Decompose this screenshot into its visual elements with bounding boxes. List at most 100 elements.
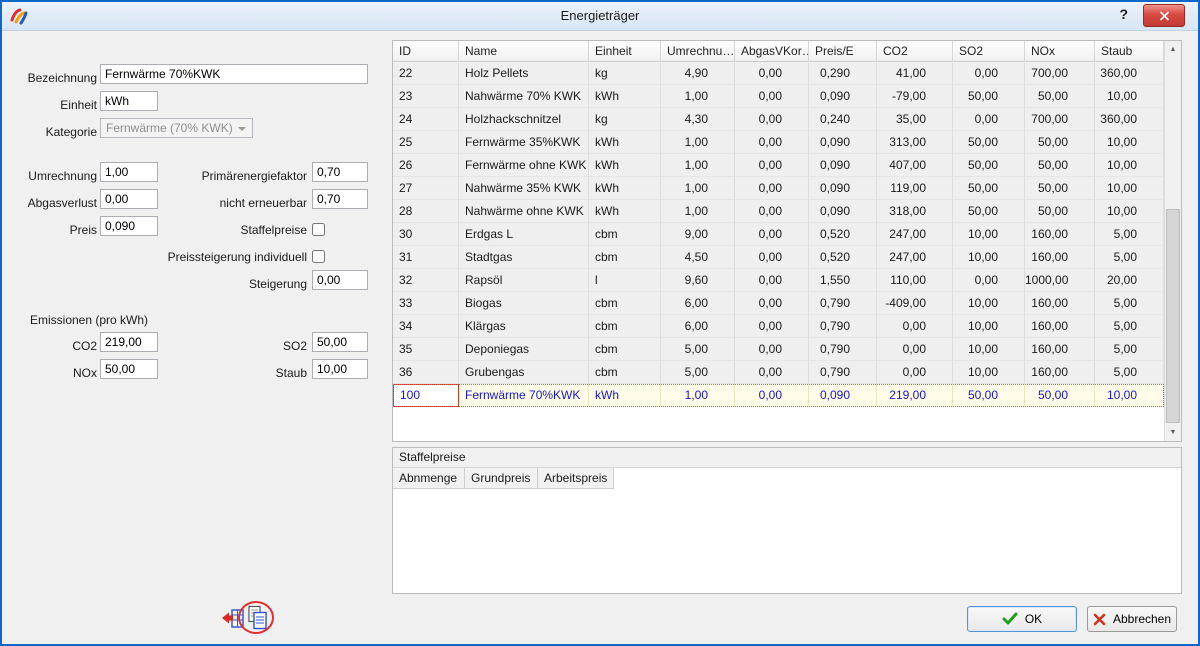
- table-cell[interactable]: 50,00: [953, 85, 1025, 108]
- table-cell[interactable]: 28: [393, 200, 459, 223]
- table-row[interactable]: 33Biogascbm6,000,000,790-409,0010,00160,…: [393, 292, 1164, 315]
- table-cell[interactable]: 24: [393, 108, 459, 131]
- table-cell[interactable]: 5,00: [1095, 338, 1164, 361]
- ok-button[interactable]: OK: [967, 606, 1077, 632]
- table-cell[interactable]: 5,00: [1095, 246, 1164, 269]
- scrollbar-thumb[interactable]: [1166, 209, 1180, 423]
- table-cell[interactable]: 219,00: [877, 384, 953, 407]
- table-cell[interactable]: 313,00: [877, 131, 953, 154]
- table-cell[interactable]: Holz Pellets: [459, 62, 589, 85]
- table-cell[interactable]: 0,00: [735, 292, 809, 315]
- table-cell[interactable]: 0,00: [735, 200, 809, 223]
- steigerung-input[interactable]: [312, 270, 368, 290]
- table-cell[interactable]: 50,00: [1025, 177, 1095, 200]
- table-cell[interactable]: 0,090: [809, 384, 877, 407]
- table-cell[interactable]: Stadtgas: [459, 246, 589, 269]
- table-row[interactable]: 28Nahwärme ohne KWKkWh1,000,000,090318,0…: [393, 200, 1164, 223]
- table-cell[interactable]: Klärgas: [459, 315, 589, 338]
- table-cell[interactable]: 1,00: [661, 85, 735, 108]
- table-cell[interactable]: 0,00: [735, 177, 809, 200]
- table-cell[interactable]: cbm: [589, 223, 661, 246]
- bezeichnung-input[interactable]: [100, 64, 368, 84]
- table-cell[interactable]: 0,790: [809, 361, 877, 384]
- staffelpreise-checkbox[interactable]: [312, 223, 325, 236]
- table-cell[interactable]: 35,00: [877, 108, 953, 131]
- table-cell[interactable]: 0,290: [809, 62, 877, 85]
- table-cell[interactable]: 10,00: [953, 292, 1025, 315]
- table-cell[interactable]: 1000,00: [1025, 269, 1095, 292]
- table-cell[interactable]: 247,00: [877, 223, 953, 246]
- table-row[interactable]: 31Stadtgascbm4,500,000,520247,0010,00160…: [393, 246, 1164, 269]
- table-cell[interactable]: l: [589, 269, 661, 292]
- table-cell[interactable]: kWh: [589, 131, 661, 154]
- table-cell[interactable]: kWh: [589, 200, 661, 223]
- table-cell[interactable]: Grubengas: [459, 361, 589, 384]
- table-row[interactable]: 32Rapsöll9,600,001,550110,000,001000,002…: [393, 269, 1164, 292]
- table-cell[interactable]: 0,090: [809, 85, 877, 108]
- table-cell[interactable]: 50,00: [1025, 384, 1095, 407]
- primaerenergiefaktor-input[interactable]: [312, 162, 368, 182]
- table-cell[interactable]: 700,00: [1025, 62, 1095, 85]
- table-cell[interactable]: 1,00: [661, 131, 735, 154]
- column-header[interactable]: NOx: [1025, 41, 1095, 62]
- table-cell[interactable]: 1,00: [661, 154, 735, 177]
- table-row[interactable]: 25Fernwärme 35%KWKkWh1,000,000,090313,00…: [393, 131, 1164, 154]
- table-cell[interactable]: cbm: [589, 246, 661, 269]
- table-cell[interactable]: 50,00: [1025, 85, 1095, 108]
- table-cell[interactable]: 50,00: [953, 177, 1025, 200]
- table-cell[interactable]: Fernwärme ohne KWK: [459, 154, 589, 177]
- table-cell[interactable]: 0,00: [735, 85, 809, 108]
- so2-input[interactable]: [312, 332, 368, 352]
- table-row[interactable]: 35Deponiegascbm5,000,000,7900,0010,00160…: [393, 338, 1164, 361]
- table-cell[interactable]: 0,00: [735, 338, 809, 361]
- table-cell[interactable]: cbm: [589, 338, 661, 361]
- table-cell[interactable]: 5,00: [1095, 361, 1164, 384]
- table-cell[interactable]: 0,00: [735, 108, 809, 131]
- table-cell[interactable]: Deponiegas: [459, 338, 589, 361]
- table-cell[interactable]: Fernwärme 35%KWK: [459, 131, 589, 154]
- table-cell[interactable]: 10,00: [953, 246, 1025, 269]
- table-cell[interactable]: 119,00: [877, 177, 953, 200]
- table-cell[interactable]: 110,00: [877, 269, 953, 292]
- table-cell[interactable]: 27: [393, 177, 459, 200]
- table-cell[interactable]: Rapsöl: [459, 269, 589, 292]
- table-cell[interactable]: Biogas: [459, 292, 589, 315]
- table-cell[interactable]: 5,00: [1095, 292, 1164, 315]
- table-cell[interactable]: 160,00: [1025, 338, 1095, 361]
- table-cell[interactable]: 0,00: [877, 338, 953, 361]
- table-cell[interactable]: 0,00: [735, 384, 809, 407]
- titlebar[interactable]: Energieträger ?: [2, 2, 1198, 31]
- table-cell[interactable]: 5,00: [1095, 315, 1164, 338]
- column-header[interactable]: Einheit: [589, 41, 661, 62]
- table-cell[interactable]: 0,00: [953, 269, 1025, 292]
- table-cell[interactable]: 160,00: [1025, 246, 1095, 269]
- table-cell[interactable]: kg: [589, 62, 661, 85]
- table-cell[interactable]: -79,00: [877, 85, 953, 108]
- table-cell[interactable]: 1,00: [661, 384, 735, 407]
- table-cell[interactable]: 10,00: [1095, 177, 1164, 200]
- table-cell[interactable]: 0,00: [735, 269, 809, 292]
- column-header[interactable]: AbgasVKor…: [735, 41, 809, 62]
- table-cell[interactable]: 4,90: [661, 62, 735, 85]
- table-cell[interactable]: Nahwärme 70% KWK: [459, 85, 589, 108]
- table-cell[interactable]: 50,00: [953, 154, 1025, 177]
- table-cell[interactable]: 10,00: [1095, 384, 1164, 407]
- table-cell[interactable]: 160,00: [1025, 361, 1095, 384]
- table-cell[interactable]: 10,00: [1095, 85, 1164, 108]
- table-cell[interactable]: 1,00: [661, 177, 735, 200]
- table-cell[interactable]: 10,00: [953, 338, 1025, 361]
- scroll-down-icon[interactable]: ▼: [1165, 424, 1181, 441]
- table-row[interactable]: 27Nahwärme 35% KWKkWh1,000,000,090119,00…: [393, 177, 1164, 200]
- table-cell[interactable]: 160,00: [1025, 223, 1095, 246]
- table-cell[interactable]: 0,090: [809, 200, 877, 223]
- table-cell[interactable]: Fernwärme 70%KWK: [459, 384, 589, 407]
- table-cell[interactable]: 35: [393, 338, 459, 361]
- table-cell[interactable]: kg: [589, 108, 661, 131]
- table-cell[interactable]: 10,00: [953, 223, 1025, 246]
- table-cell[interactable]: 50,00: [1025, 131, 1095, 154]
- table-cell[interactable]: cbm: [589, 292, 661, 315]
- table-cell[interactable]: 0,790: [809, 315, 877, 338]
- table-cell[interactable]: 20,00: [1095, 269, 1164, 292]
- table-cell[interactable]: 407,00: [877, 154, 953, 177]
- copy-button[interactable]: [247, 605, 267, 630]
